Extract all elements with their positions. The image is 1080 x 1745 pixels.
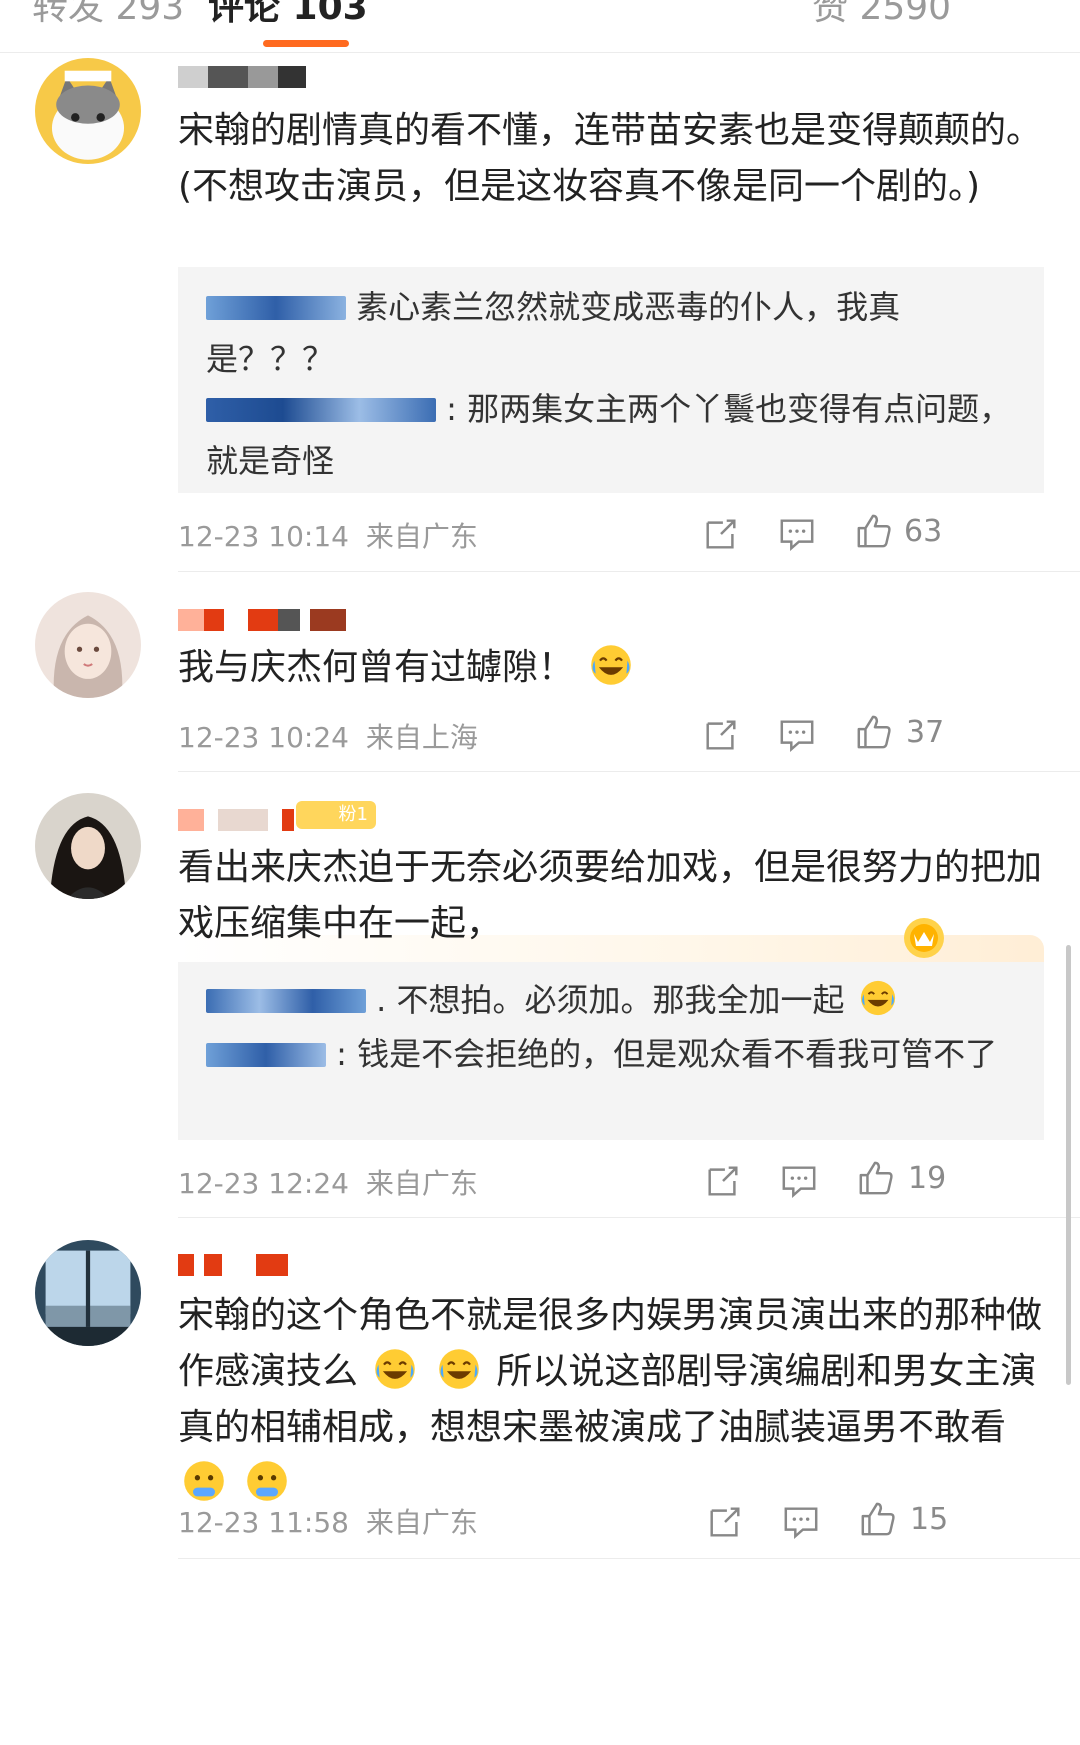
tab-comments[interactable]: 评论 103 [208, 0, 368, 30]
divider [178, 771, 1080, 772]
reply-username-obscured[interactable] [206, 989, 366, 1013]
divider [178, 1217, 1080, 1218]
active-tab-indicator [263, 40, 349, 47]
like-icon[interactable] [855, 713, 893, 751]
divider [178, 1558, 1080, 1559]
comment-text-content: 我与庆杰何曾有过罅隙！ [178, 647, 575, 688]
comment-location: 来自广东 [365, 1167, 478, 1200]
like-icon[interactable] [859, 1500, 897, 1538]
comment-meta: 12-23 11:58 来自广东 [178, 1501, 478, 1541]
reply-username-obscured[interactable] [206, 296, 346, 320]
window-view-avatar-icon [35, 1240, 141, 1346]
avatar[interactable] [35, 1240, 141, 1346]
comment-icon[interactable] [778, 515, 816, 553]
comment-time: 12-23 11:58 [178, 1506, 349, 1539]
fan-badge: 粉1 [296, 801, 376, 829]
comment-text: 我与庆杰何曾有过罅隙！ [178, 640, 1048, 696]
share-icon[interactable] [702, 515, 740, 553]
like-count: 19 [908, 1161, 947, 1196]
comment-text: 宋翰的这个角色不就是很多内娱男演员演出来的那种做作感演技么 所以说这部剧导演编剧… [178, 1288, 1048, 1512]
reply-box[interactable]: 素心素兰忽然就变成恶毒的仆人，我真是？？？ : 那两集女主两个丫鬟也变得有点问题… [178, 267, 1044, 493]
reply-username-obscured[interactable] [206, 1043, 326, 1067]
reply-box[interactable]: . 不想拍。必须加。那我全加一起 : 钱是不会拒绝的，但是观众看不看我可管不了 [178, 962, 1044, 1140]
avatar[interactable] [35, 793, 141, 899]
like-icon[interactable] [857, 1159, 895, 1197]
comment-icon[interactable] [782, 1503, 820, 1541]
reply-item: . 不想拍。必须加。那我全加一起 [206, 974, 1026, 1026]
tab-likes[interactable]: 赞 2590 [812, 0, 951, 30]
laugh-cry-emoji [439, 1349, 479, 1389]
like-icon[interactable] [855, 512, 893, 550]
reply-item: : 钱是不会拒绝的，但是观众看不看我可管不了 [206, 1028, 1026, 1080]
laugh-cry-emoji [375, 1349, 416, 1389]
laugh-cry-emoji [591, 645, 632, 685]
crown-badge-icon [898, 912, 950, 964]
reply-username-obscured[interactable] [206, 398, 436, 422]
laugh-cry-emoji [860, 980, 895, 1016]
avatar[interactable] [35, 592, 141, 698]
comment-text: 宋翰的剧情真的看不懂，连带苗安素也是变得颠颠的。(不想攻击演员，但是这妆容真不像… [178, 110, 1043, 207]
comment-time: 12-23 10:14 [178, 520, 349, 553]
sweat-emoji [184, 1461, 224, 1501]
comment-meta: 12-23 10:24 来自上海 [178, 716, 478, 756]
comment-time: 12-23 12:24 [178, 1167, 349, 1200]
share-icon[interactable] [704, 1162, 742, 1200]
comment-location: 来自上海 [365, 721, 478, 754]
person-avatar-icon [35, 793, 141, 899]
anime-girl-avatar-icon [35, 592, 141, 698]
username-obscured[interactable] [178, 60, 308, 94]
avatar[interactable] [35, 58, 141, 164]
divider [178, 571, 1080, 572]
username-obscured[interactable] [178, 1248, 298, 1282]
scrollbar[interactable] [1066, 945, 1071, 1385]
like-count: 15 [910, 1502, 949, 1537]
reply-text: . 不想拍。必须加。那我全加一起 [376, 981, 845, 1019]
share-icon[interactable] [706, 1503, 744, 1541]
like-count: 63 [904, 514, 943, 549]
like-count: 37 [906, 715, 945, 750]
sweat-emoji [247, 1461, 288, 1501]
comment-location: 来自广东 [365, 520, 478, 553]
reply-item: 素心素兰忽然就变成恶毒的仆人，我真是？？？ [206, 281, 1026, 385]
share-icon[interactable] [702, 716, 740, 754]
reply-text: : 钱是不会拒绝的，但是观众看不看我可管不了 [336, 1035, 998, 1073]
comment-tabs: 转发 293 评论 103 赞 2590 [0, 0, 1080, 53]
cat-avatar-icon [35, 58, 141, 164]
username-obscured[interactable] [178, 603, 358, 637]
tab-reposts[interactable]: 转发 293 [32, 0, 184, 30]
comment-icon[interactable] [778, 716, 816, 754]
comment-location: 来自广东 [365, 1506, 478, 1539]
comment-time: 12-23 10:24 [178, 721, 349, 754]
comment-icon[interactable] [780, 1162, 818, 1200]
comment-meta: 12-23 12:24 来自广东 [178, 1162, 478, 1202]
comment-meta: 12-23 10:14 来自广东 [178, 515, 478, 555]
reply-item: : 那两集女主两个丫鬟也变得有点问题，就是奇怪 [206, 383, 1026, 487]
